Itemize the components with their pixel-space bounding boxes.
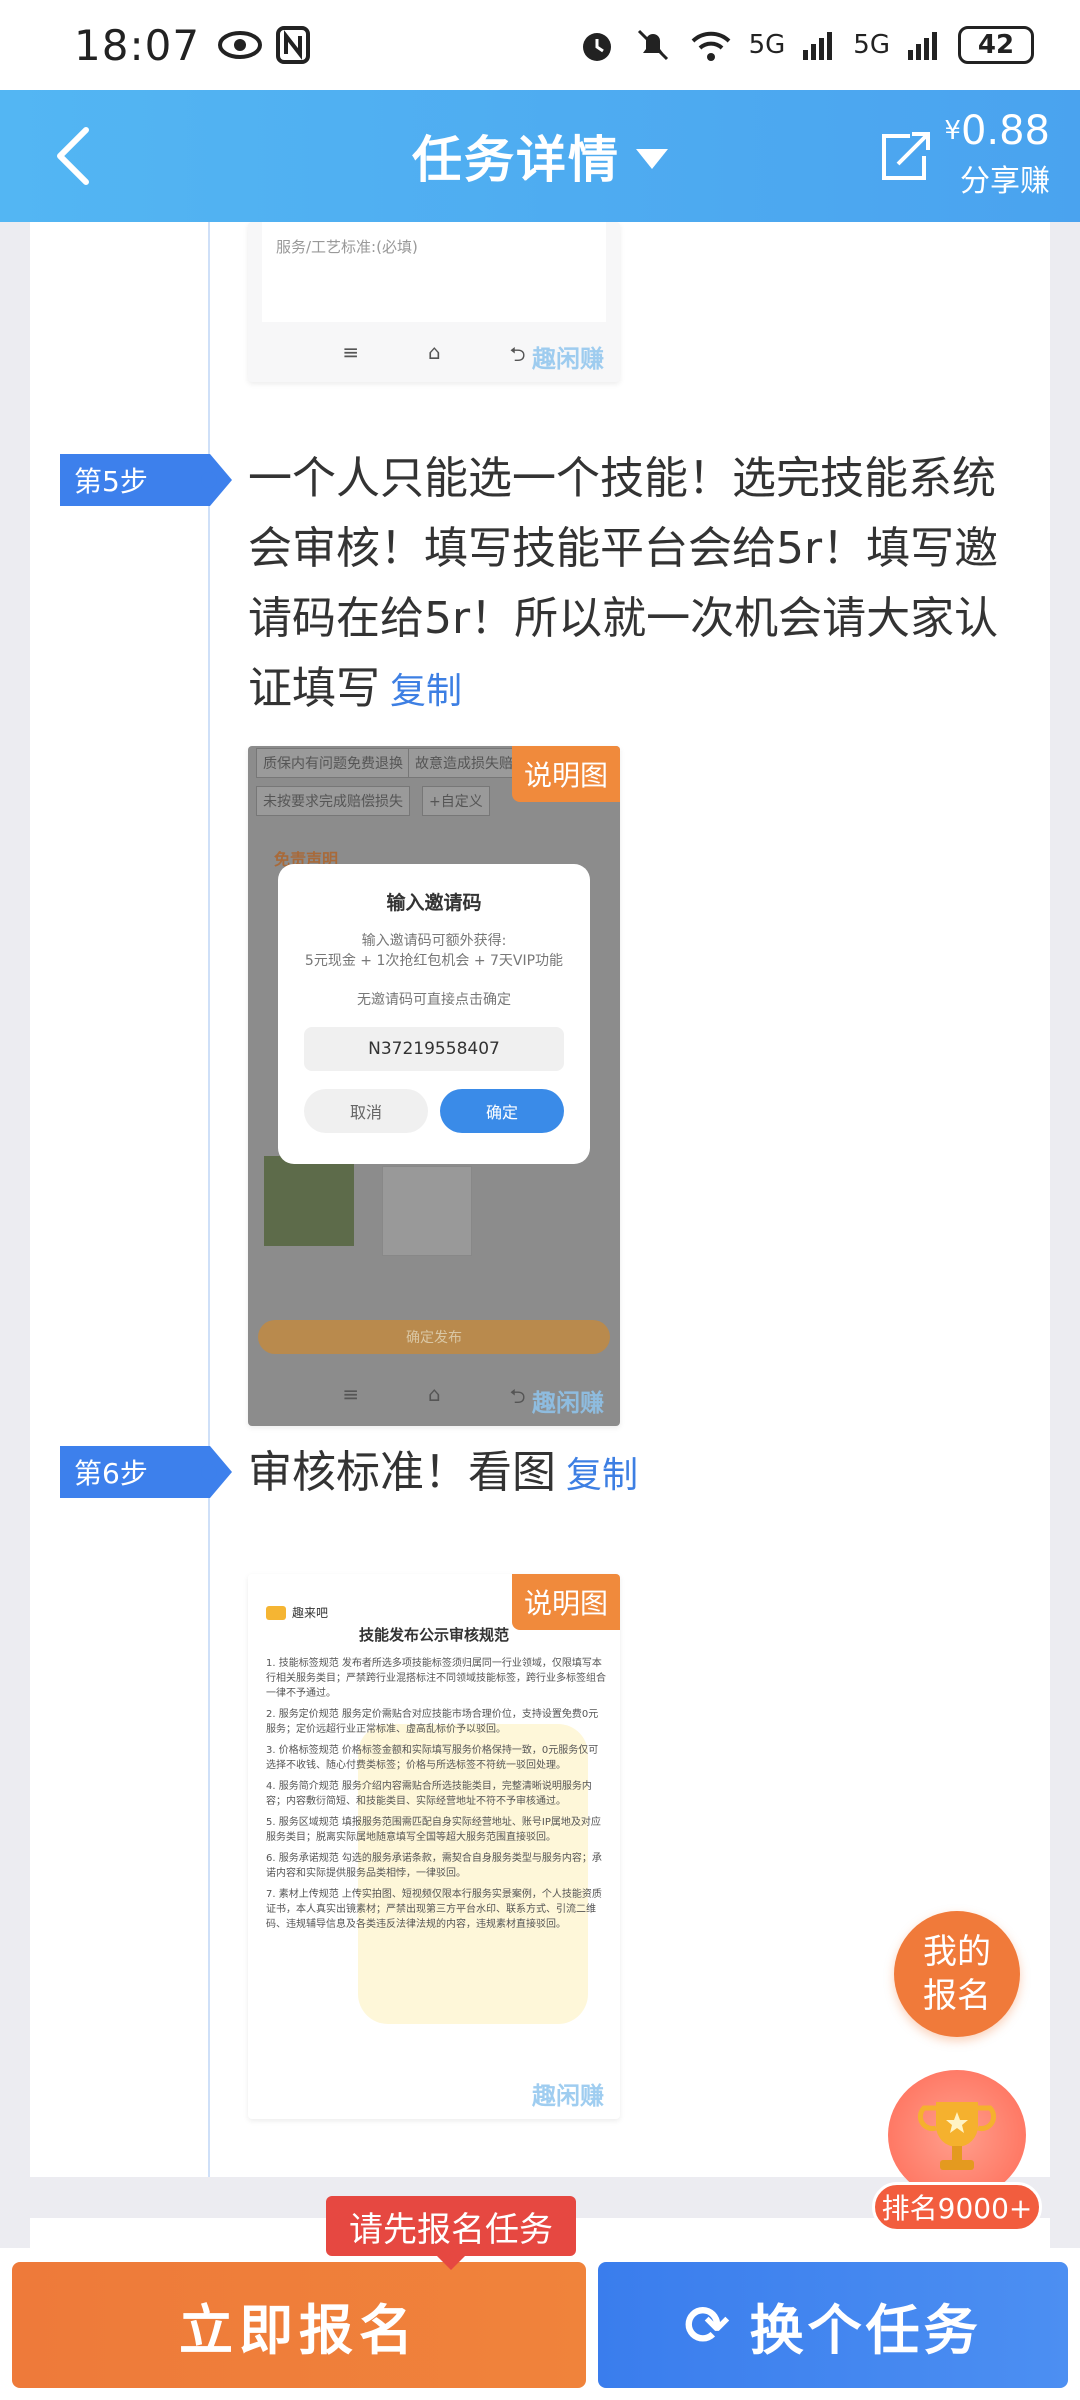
- page-title: 任务详情: [412, 131, 620, 189]
- step6-tag: 第6步: [60, 1446, 232, 1498]
- bg-add-image: [382, 1166, 472, 1256]
- step6-description: 审核标准！看图: [248, 1447, 556, 1498]
- bg-chip: 未按要求完成赔偿损失: [256, 786, 410, 816]
- watermark: 趣闲赚: [532, 2082, 604, 2110]
- step5-copy-link[interactable]: 复制: [390, 671, 462, 712]
- share-label: 分享赚: [960, 164, 1050, 199]
- refresh-icon: ⟳: [684, 2293, 734, 2357]
- dialog-cancel-button: 取消: [304, 1089, 428, 1133]
- step5-tag: 第5步: [60, 454, 232, 506]
- mute-icon: [637, 29, 668, 61]
- doc-body: 1. 技能标签规范 发布者所选多项技能标签须归属同一行业领域，仅限填写本行相关服…: [266, 1656, 606, 1938]
- watermark: 趣闲赚: [532, 345, 604, 373]
- battery-indicator: 42: [958, 26, 1034, 64]
- nfc-icon: [276, 26, 311, 64]
- ranking-trophy-button[interactable]: [888, 2070, 1026, 2200]
- bg-chip: 质保内有问题免费退换: [256, 748, 410, 778]
- doc-section: 2. 服务定价规范 服务定价需贴合对应技能市场合理价位，支持设置免费0元服务；定…: [266, 1709, 599, 1735]
- dialog-confirm-button: 确定: [440, 1089, 564, 1133]
- share-amount: 0.88: [960, 108, 1050, 154]
- trophy-icon: [917, 2102, 997, 2170]
- bottom-action-bar: 立即报名 ⟳ 换个任务: [0, 2248, 1080, 2400]
- timeline-line: [208, 222, 210, 2177]
- dialog-title: 输入邀请码: [386, 892, 482, 914]
- task-steps-card: 服务/工艺标准:(必填) ≡ ⌂ ⮌ 趣闲赚 第5步 一个人只能选一个技能！选完技能…: [30, 222, 1050, 2177]
- alarm-icon: [582, 33, 611, 61]
- step6-screenshot[interactable]: 趣来吧 技能发布公示审核规范 1. 技能标签规范 发布者所选多项技能标签须归属同…: [248, 1574, 620, 2119]
- change-task-label: 换个任务: [749, 2298, 982, 2362]
- share-icon: [882, 132, 931, 180]
- doc-section: 3. 价格标签规范 价格标签金额和实际填写服务价格保持一致，0元服务仅可选择不收…: [266, 1745, 599, 1771]
- step5-screenshot[interactable]: 质保内有问题免费退换 故意造成损失赔偿 未按要求完成赔偿损失 +自定义 免责声明…: [248, 746, 620, 1426]
- signal-bars-icon: [908, 32, 937, 60]
- dialog-desc-2: 5元现金 + 1次抢红包机会 + 7天VIP功能: [304, 953, 564, 969]
- status-bar: 18:07 5G 5G 42: [0, 0, 1080, 90]
- my-registration-button[interactable]: 我的报名: [894, 1911, 1020, 2037]
- invite-code-dialog: 输入邀请码 输入邀请码可额外获得: 5元现金 + 1次抢红包机会 + 7天VIP…: [278, 864, 590, 1164]
- doc-section: 7. 素材上传规范 上传实拍图、短视频仅限本行服务实景案例，个人技能资质证书，本…: [266, 1889, 602, 1930]
- step5-text: 一个人只能选一个技能！选完技能系统会审核！填写技能平台会给5r！填写邀请码在给5…: [248, 444, 1028, 727]
- invite-code-value: N37219558407: [304, 1027, 564, 1071]
- share-currency: ¥: [944, 116, 961, 146]
- timeline-dot: [201, 472, 217, 488]
- signal-5g-1: 5G: [748, 30, 786, 60]
- explain-image-badge: 说明图: [511, 1574, 620, 1630]
- bg-publish-button: 确定发布: [258, 1320, 610, 1354]
- watermark: 趣闲赚: [532, 1389, 604, 1417]
- signup-first-tooltip: 请先报名任务: [326, 2196, 576, 2270]
- nav-header: 任务详情 ¥0.88 分享赚: [0, 90, 1080, 222]
- bg-chip: +自定义: [422, 786, 490, 816]
- doc-section: 4. 服务简介规范 服务介绍内容需贴合所选技能类目，完整清晰说明服务内容；内容敷…: [266, 1781, 592, 1807]
- status-time: 18:07: [74, 20, 201, 70]
- brand-logo-icon: [266, 1605, 286, 1620]
- brand-name: 趣来吧: [292, 1606, 329, 1620]
- caret-down-icon: [636, 149, 668, 169]
- wifi-icon: [691, 31, 730, 61]
- step5-description: 一个人只能选一个技能！选完技能系统会审核！填写技能平台会给5r！填写邀请码在给5…: [248, 453, 999, 714]
- step4-screenshot[interactable]: 服务/工艺标准:(必填) ≡ ⌂ ⮌ 趣闲赚: [248, 222, 620, 382]
- field-hint: 服务/工艺标准:(必填): [276, 238, 418, 256]
- doc-section: 6. 服务承诺规范 勾选的服务承诺条款，需契合自身服务类型与服务内容；承诺内容和…: [266, 1853, 602, 1879]
- explain-image-badge: 说明图: [511, 746, 620, 802]
- doc-section: 1. 技能标签规范 发布者所选多项技能标签须归属同一行业领域，仅限填写本行相关服…: [266, 1658, 606, 1699]
- share-earn-button[interactable]: ¥0.88 分享赚: [876, 108, 1050, 200]
- dialog-desc-1: 输入邀请码可额外获得:: [361, 933, 507, 949]
- signal-5g-2: 5G: [853, 30, 890, 60]
- signal-bars-icon: [803, 32, 833, 60]
- eye-icon: [218, 31, 263, 59]
- signup-now-button[interactable]: 立即报名: [12, 2262, 586, 2388]
- my-registration-label: 我的报名: [923, 1932, 991, 2016]
- step6-copy-link[interactable]: 复制: [566, 1455, 638, 1496]
- bg-thumbnail: [264, 1156, 354, 1246]
- change-task-button[interactable]: ⟳ 换个任务: [598, 2262, 1068, 2388]
- dialog-note: 无邀请码可直接点击确定: [357, 992, 511, 1008]
- step6-text: 审核标准！看图 复制: [248, 1438, 1028, 1511]
- rank-badge: 排名9000+: [872, 2182, 1042, 2232]
- doc-section: 5. 服务区域规范 填报服务范围需匹配自身实际经营地址、账号IP属地及对应服务类…: [266, 1817, 601, 1843]
- timeline-dot: [201, 1464, 217, 1480]
